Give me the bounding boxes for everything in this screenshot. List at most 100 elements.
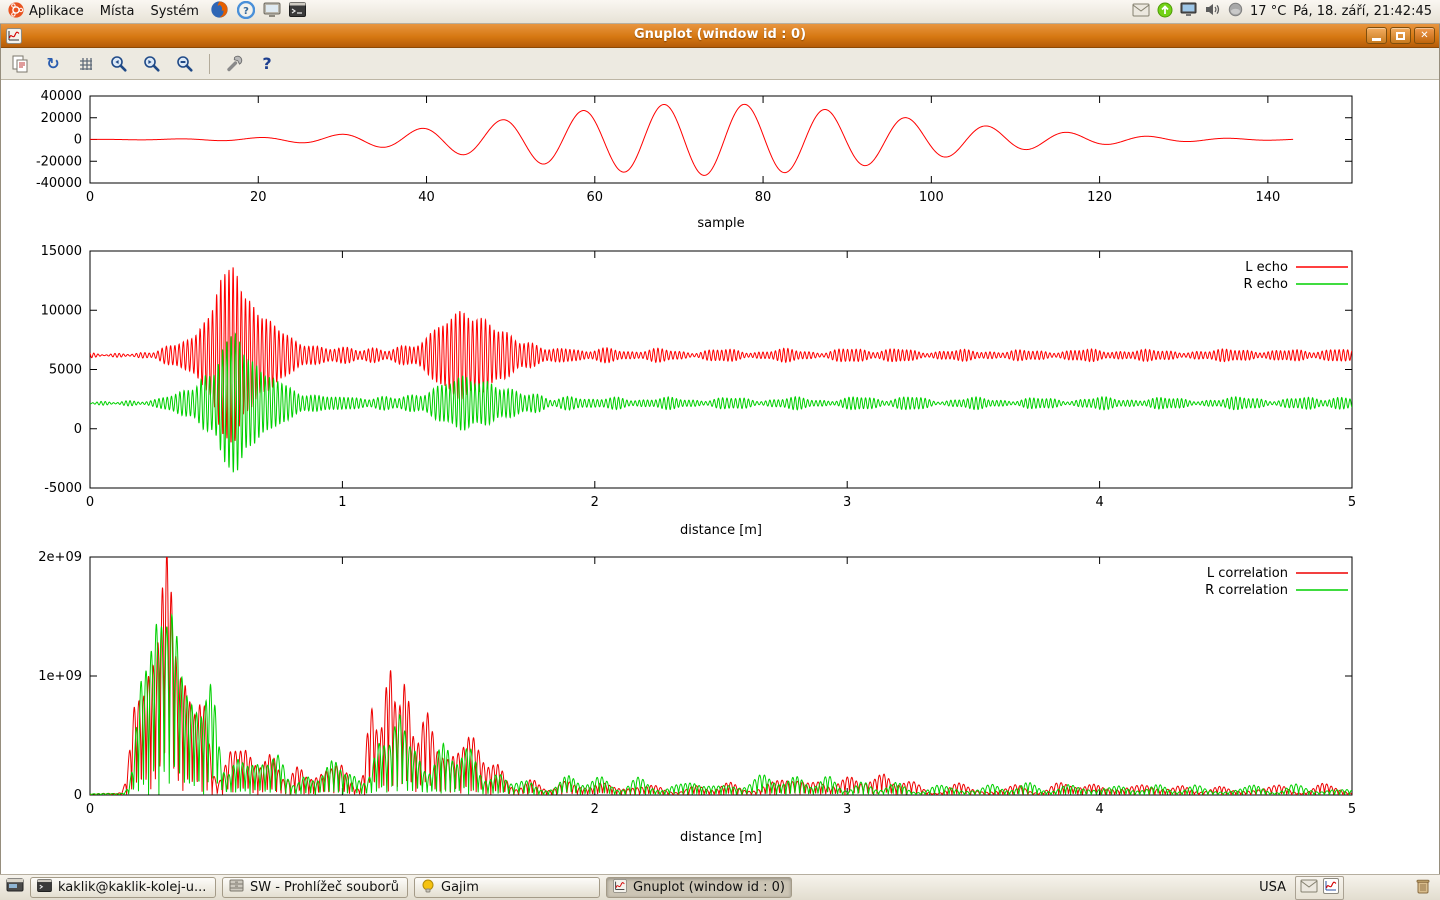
taskbar-window-terminal[interactable]: kaklik@kaklik-kolej-u...: [30, 877, 216, 898]
settings-wrench-button[interactable]: [222, 52, 246, 76]
svg-text:1: 1: [338, 495, 346, 510]
svg-text:L correlation: L correlation: [1207, 566, 1288, 581]
svg-text:R echo: R echo: [1243, 277, 1288, 292]
close-button[interactable]: ✕: [1414, 27, 1435, 44]
mail-tray-icon[interactable]: [1300, 879, 1318, 897]
window-title: Gnuplot (window id : 0): [0, 27, 1440, 42]
svg-text:40000: 40000: [41, 89, 82, 104]
svg-text:0: 0: [86, 495, 94, 510]
zoom-next-button[interactable]: [140, 52, 164, 76]
svg-text:1e+09: 1e+09: [38, 669, 82, 684]
firefox-icon: [210, 0, 229, 23]
window-border-left[interactable]: [0, 24, 1, 874]
minimize-button[interactable]: [1366, 27, 1387, 44]
terminal-icon: [289, 2, 306, 21]
trash-applet-icon[interactable]: [1414, 877, 1432, 899]
mail-notifier-icon[interactable]: [1132, 3, 1150, 21]
gnuplot-titlebar[interactable]: Gnuplot (window id : 0) ✕: [0, 24, 1440, 48]
toolbar-separator: [209, 54, 210, 74]
svg-text:5000: 5000: [49, 363, 82, 378]
svg-text:40: 40: [418, 190, 435, 205]
zoom-previous-button[interactable]: [107, 52, 131, 76]
places-menu-label: Místa: [100, 4, 135, 19]
svg-text:4: 4: [1095, 802, 1103, 817]
system-menu[interactable]: Systém: [142, 0, 206, 23]
taskbar-window-label: Gnuplot (window id : 0): [633, 880, 785, 895]
display-icon: [263, 2, 281, 22]
keyboard-layout-indicator[interactable]: USA: [1259, 880, 1286, 895]
bottom-taskbar: kaklik@kaklik-kolej-u... SW - Prohlížeč …: [0, 874, 1440, 900]
svg-text:100: 100: [919, 190, 944, 205]
taskbar-notification-area: [1295, 876, 1344, 900]
svg-text:60: 60: [587, 190, 604, 205]
svg-text:3: 3: [843, 802, 851, 817]
correlation-chart: 0 1 2 3 4 5 0 1e+09 2e+09 distance [m] L correlati…: [38, 550, 1356, 845]
svg-text:0: 0: [86, 802, 94, 817]
help-button[interactable]: ?: [255, 52, 279, 76]
system-menu-label: Systém: [150, 4, 198, 19]
svg-text:5: 5: [1348, 802, 1356, 817]
clock-applet[interactable]: Pá, 18. září, 21:42:45: [1293, 4, 1432, 19]
unzoom-button[interactable]: [173, 52, 197, 76]
svg-text:-5000: -5000: [44, 481, 82, 496]
svg-text:15000: 15000: [41, 244, 82, 259]
places-menu[interactable]: Místa: [92, 0, 143, 23]
svg-text:20: 20: [250, 190, 267, 205]
svg-text:0: 0: [86, 190, 94, 205]
copy-to-clipboard-button[interactable]: [8, 52, 32, 76]
echo-chart: 012345-5000050001000015000distance [m]L …: [41, 244, 1357, 538]
svg-text:-20000: -20000: [36, 154, 82, 169]
display-launcher[interactable]: [259, 0, 285, 23]
maximize-button[interactable]: [1390, 27, 1411, 44]
svg-text:0: 0: [74, 788, 82, 803]
svg-text:-40000: -40000: [36, 176, 82, 191]
terminal-window-icon: [37, 879, 52, 896]
volume-icon[interactable]: [1204, 2, 1221, 21]
svg-text:4: 4: [1095, 495, 1103, 510]
gnome-top-panel: Aplikace Místa Systém ?: [0, 0, 1440, 24]
svg-text:sample: sample: [697, 216, 744, 231]
svg-text:L echo: L echo: [1245, 260, 1288, 275]
gnuplot-plot-area[interactable]: 020406080100120140-40000-200000200004000…: [0, 80, 1440, 874]
gnuplot-icon: [613, 879, 627, 897]
svg-text:0: 0: [74, 422, 82, 437]
svg-text:2e+09: 2e+09: [38, 550, 82, 565]
svg-text:10000: 10000: [41, 303, 82, 318]
svg-text:0: 0: [74, 133, 82, 148]
taskbar-window-label: SW - Prohlížeč souborů: [250, 880, 399, 895]
show-desktop-icon[interactable]: [6, 878, 24, 898]
taskbar-window-label: Gajim: [441, 880, 479, 895]
remote-desktop-icon[interactable]: [1180, 2, 1197, 21]
svg-text:distance [m]: distance [m]: [680, 523, 762, 538]
terminal-launcher[interactable]: [285, 0, 311, 23]
svg-text:3: 3: [843, 495, 851, 510]
weather-icon[interactable]: [1228, 2, 1243, 21]
svg-text:distance [m]: distance [m]: [680, 830, 762, 845]
taskbar-window-gnuplot[interactable]: Gnuplot (window id : 0): [606, 877, 792, 898]
applications-menu-label: Aplikace: [29, 4, 84, 19]
file-manager-icon: [229, 879, 244, 896]
ubuntu-logo-icon: [8, 2, 24, 22]
svg-text:?: ?: [243, 6, 249, 17]
temperature-indicator[interactable]: 17 °C: [1250, 4, 1286, 19]
taskbar-window-label: kaklik@kaklik-kolej-u...: [58, 880, 206, 895]
svg-text:R correlation: R correlation: [1205, 583, 1288, 598]
taskbar-window-gajim[interactable]: Gajim: [414, 877, 600, 898]
svg-text:2: 2: [591, 495, 599, 510]
update-notifier-icon[interactable]: [1157, 2, 1173, 22]
svg-text:1: 1: [338, 802, 346, 817]
help-icon: ?: [237, 1, 255, 23]
toggle-grid-button[interactable]: [74, 52, 98, 76]
firefox-launcher[interactable]: [207, 0, 233, 23]
svg-text:80: 80: [755, 190, 772, 205]
ping-chart: 020406080100120140-40000-200000200004000…: [36, 89, 1352, 231]
gnuplot-canvas[interactable]: 020406080100120140-40000-200000200004000…: [0, 80, 1440, 874]
applications-menu[interactable]: Aplikace: [0, 0, 92, 23]
svg-text:140: 140: [1255, 190, 1280, 205]
taskbar-window-filemanager[interactable]: SW - Prohlížeč souborů: [222, 877, 408, 898]
gnuplot-tray-icon[interactable]: [1323, 878, 1339, 898]
gajim-icon: [421, 879, 435, 897]
help-launcher[interactable]: ?: [233, 0, 259, 23]
svg-text:2: 2: [591, 802, 599, 817]
replot-button[interactable]: ↻: [41, 52, 65, 76]
